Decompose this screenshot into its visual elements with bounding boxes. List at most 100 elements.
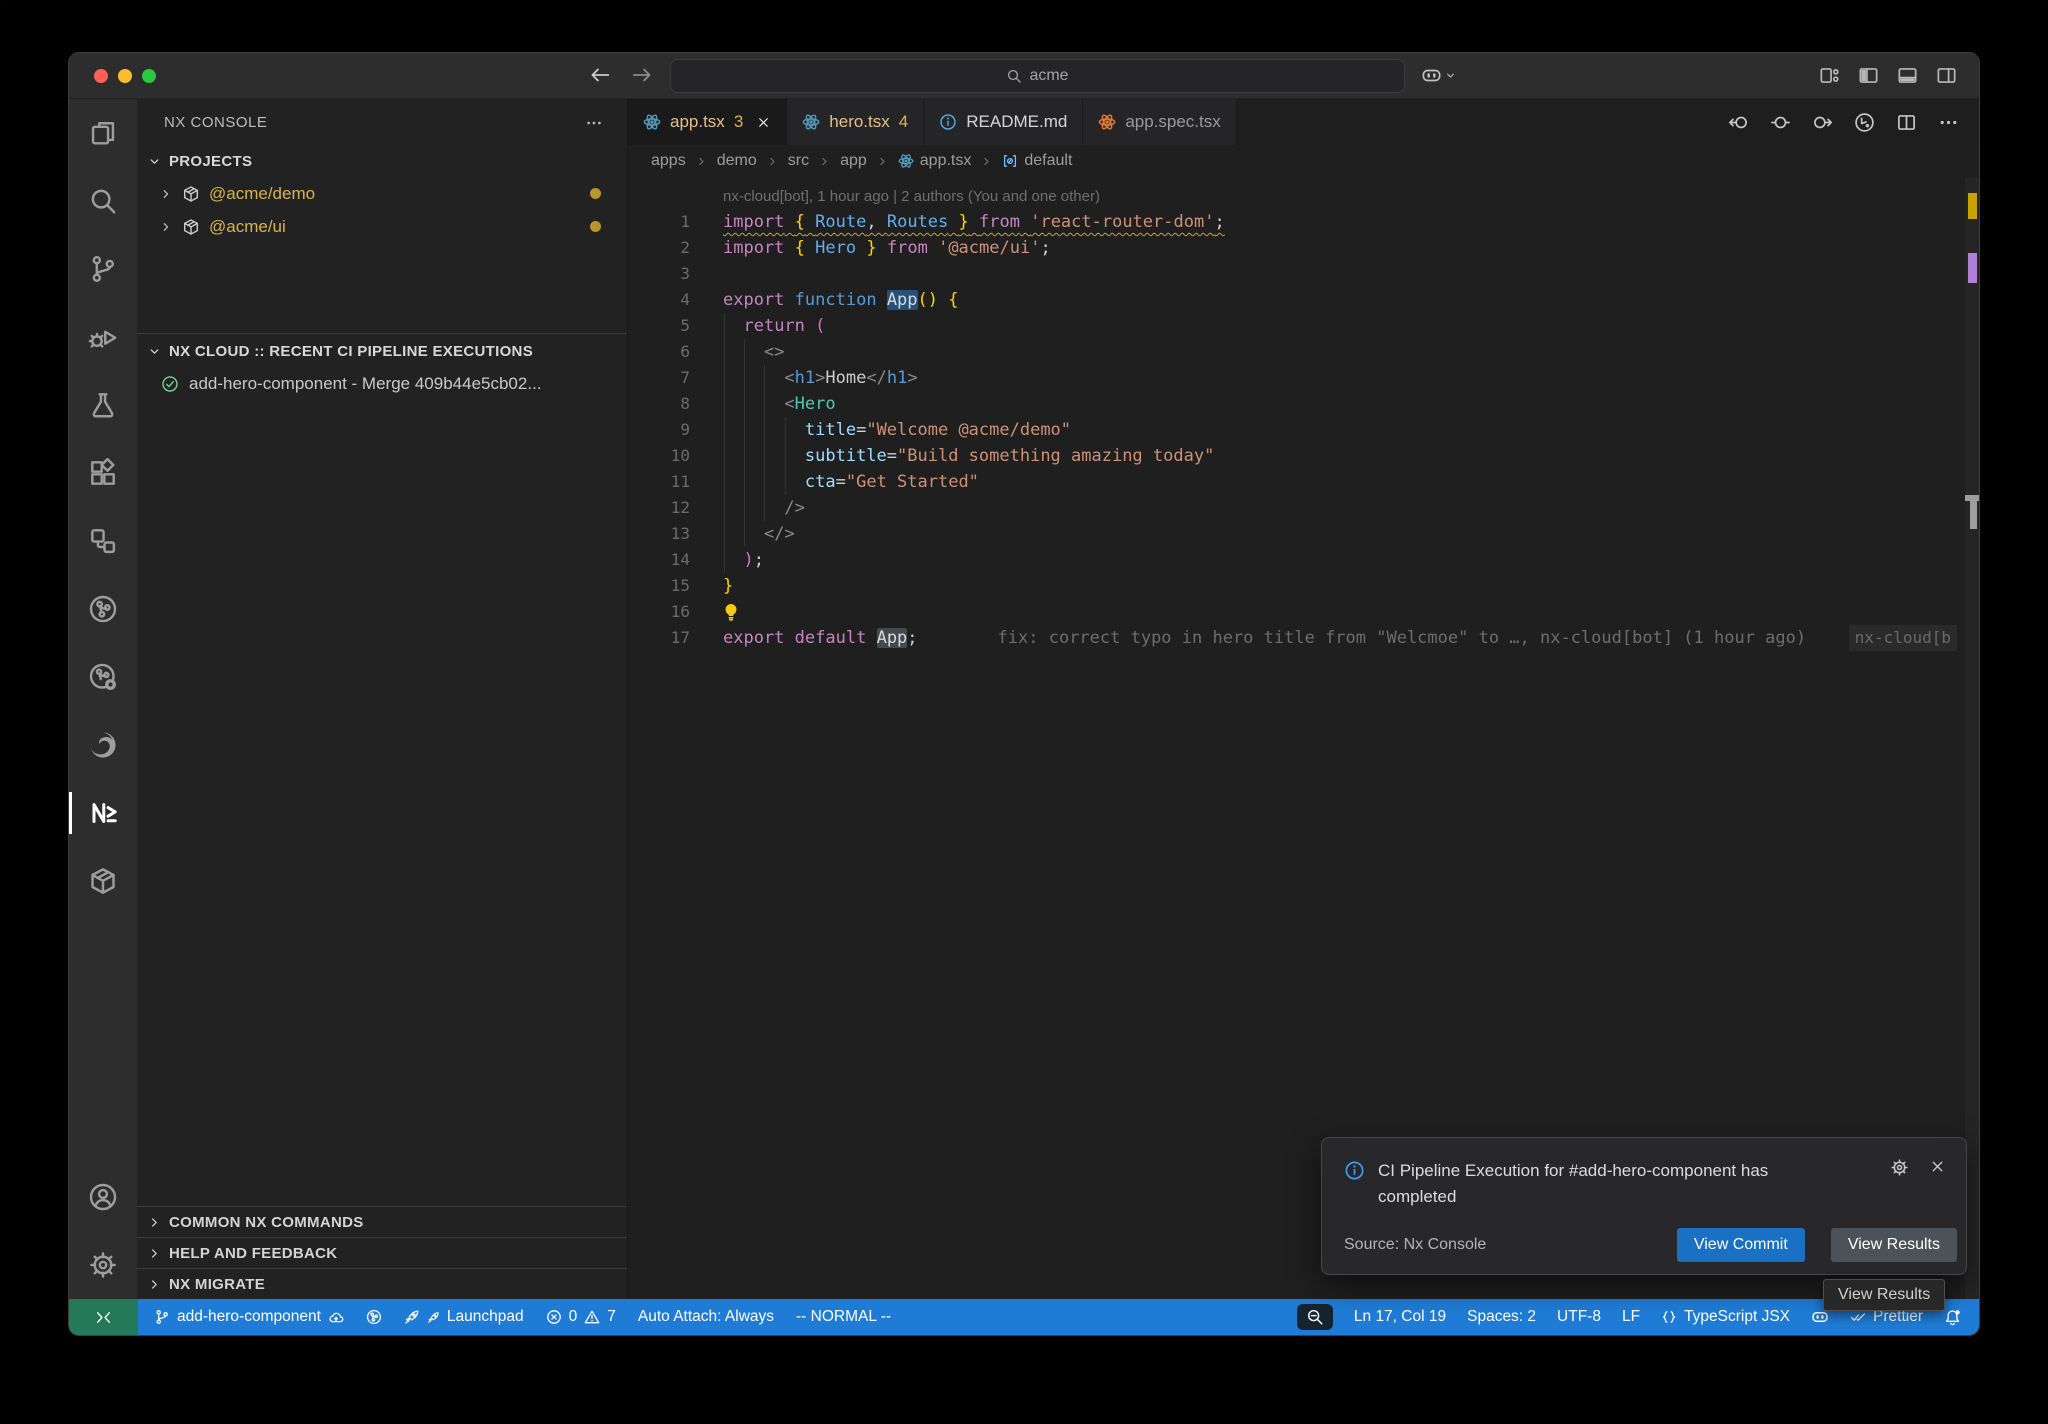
toggle-secondary-sidebar-icon[interactable] [1936, 65, 1957, 86]
commit-graph-icon[interactable] [69, 575, 137, 643]
notification-buttons: View Commit View Results [1677, 1228, 1957, 1262]
chevron-down-icon [1444, 69, 1457, 82]
view-results-button[interactable]: View Results [1831, 1228, 1957, 1262]
split-editor-icon[interactable] [1896, 112, 1917, 133]
nx-console-icon[interactable] [69, 779, 137, 847]
line-number: 15 [628, 573, 723, 599]
remote-indicator[interactable] [69, 1299, 138, 1335]
code-line-2[interactable]: 2import { Hero } from '@acme/ui'; [628, 235, 1979, 261]
code-line-8[interactable]: 8 <Hero [628, 391, 1979, 417]
code-line-3[interactable]: 3 [628, 261, 1979, 287]
history-back-icon[interactable] [589, 64, 611, 86]
minimize-window-icon[interactable] [118, 69, 132, 83]
code-line-1[interactable]: 1import { Route, Routes } from 'react-ro… [628, 209, 1979, 235]
breadcrumb-item-app-tsx[interactable]: app.tsx [898, 152, 972, 170]
source-control-icon[interactable] [69, 235, 137, 303]
tab-readme-md[interactable]: README.md [924, 99, 1083, 145]
tab-hero-tsx[interactable]: hero.tsx4 [787, 99, 924, 145]
zoom-indicator[interactable] [1297, 1304, 1333, 1330]
git-blame-header: nx-cloud[bot], 1 hour ago | 2 authors (Y… [628, 185, 1979, 209]
code-line-13[interactable]: 13 </> [628, 521, 1979, 547]
launchpad-status[interactable]: Launchpad [404, 1308, 524, 1326]
close-tab-icon[interactable] [756, 115, 771, 130]
notifications-bell[interactable] [1944, 1309, 1961, 1326]
code-line-16[interactable]: 16 [628, 599, 1979, 625]
references-icon[interactable] [69, 507, 137, 575]
next-change-icon[interactable] [1812, 112, 1833, 133]
breadcrumb-separator [818, 155, 831, 168]
accounts-icon[interactable] [69, 1163, 137, 1231]
code-line-14[interactable]: 14 ); [628, 547, 1979, 573]
commit-graph-status[interactable] [366, 1309, 382, 1325]
problems-status[interactable]: 07 [546, 1308, 616, 1326]
code-line-5[interactable]: 5 return ( [628, 313, 1979, 339]
view-commit-button[interactable]: View Commit [1677, 1228, 1805, 1262]
tab-app-spec-tsx[interactable]: app.spec.tsx [1083, 99, 1236, 145]
edge-tools-icon[interactable] [69, 711, 137, 779]
history-forward-icon[interactable] [631, 64, 653, 86]
notification-settings-icon[interactable] [1890, 1158, 1909, 1211]
code-line-10[interactable]: 10 subtitle="Build something amazing tod… [628, 443, 1979, 469]
react-icon [802, 113, 820, 131]
cursor-position[interactable]: Ln 17, Col 19 [1354, 1308, 1446, 1326]
sidebar-section-nx-migrate[interactable]: NX MIGRATE [137, 1268, 627, 1299]
sidebar-section-common-nx-commands[interactable]: COMMON NX COMMANDS [137, 1206, 627, 1237]
code-editor[interactable]: nx-cloud[bot], 1 hour ago | 2 authors (Y… [628, 177, 1979, 1299]
command-center-search[interactable]: acme [670, 59, 1405, 93]
notification-close-icon[interactable] [1929, 1158, 1946, 1211]
breadcrumb-item-default[interactable]: default [1002, 152, 1072, 170]
run-target-icon[interactable] [1854, 112, 1875, 133]
code-line-9[interactable]: 9 title="Welcome @acme/demo" [628, 417, 1979, 443]
breadcrumb-item-apps[interactable]: apps [651, 152, 686, 170]
code-line-17[interactable]: 17export default App;fix: correct typo i… [628, 625, 1979, 651]
sidebar-section-help-and-feedback[interactable]: HELP AND FEEDBACK [137, 1237, 627, 1268]
auto-attach-status[interactable]: Auto Attach: Always [638, 1308, 774, 1326]
line-number: 3 [628, 261, 723, 287]
explorer-icon[interactable] [69, 99, 137, 167]
open-change-icon[interactable] [1770, 112, 1791, 133]
toggle-primary-sidebar-icon[interactable] [1858, 65, 1879, 86]
line-number: 9 [628, 417, 723, 443]
history-nav [589, 64, 653, 86]
nx-cloud-section: NX CLOUD :: RECENT CI PIPELINE EXECUTION… [137, 333, 627, 400]
previous-change-icon[interactable] [1728, 112, 1749, 133]
encoding-status[interactable]: UTF-8 [1557, 1308, 1601, 1326]
breadcrumb-item-src[interactable]: src [788, 152, 809, 170]
package-explorer-icon[interactable] [69, 847, 137, 915]
code-line-7[interactable]: 7 <h1>Home</h1> [628, 365, 1979, 391]
zoom-window-icon[interactable] [142, 69, 156, 83]
copilot-menu[interactable] [1421, 65, 1457, 86]
settings-gear-icon[interactable] [69, 1231, 137, 1299]
toggle-panel-icon[interactable] [1897, 65, 1918, 86]
code-line-15[interactable]: 15} [628, 573, 1979, 599]
project-item[interactable]: @acme/demo [137, 177, 627, 210]
info-icon [939, 113, 957, 131]
tab-label: app.spec.tsx [1125, 112, 1220, 132]
code-line-11[interactable]: 11 cta="Get Started" [628, 469, 1979, 495]
testing-icon[interactable] [69, 371, 137, 439]
extensions-icon[interactable] [69, 439, 137, 507]
run-debug-icon[interactable] [69, 303, 137, 371]
pipeline-item[interactable]: add-hero-component - Merge 409b44e5cb02.… [137, 367, 627, 400]
branch-status[interactable]: add-hero-component [154, 1308, 344, 1326]
breadcrumb-item-app[interactable]: app [840, 152, 867, 170]
language-mode-status[interactable]: TypeScript JSX [1661, 1308, 1790, 1326]
more-actions-icon[interactable] [1938, 112, 1959, 133]
close-window-icon[interactable] [94, 69, 108, 83]
search-icon[interactable] [69, 167, 137, 235]
gitlens-icon[interactable] [69, 643, 137, 711]
lightbulb-icon[interactable] [721, 602, 741, 622]
indentation-status[interactable]: Spaces: 2 [1467, 1308, 1536, 1326]
project-item[interactable]: @acme/ui [137, 210, 627, 243]
breadcrumb-item-demo[interactable]: demo [717, 152, 757, 170]
tab-app-tsx[interactable]: app.tsx3 [628, 99, 787, 145]
customize-layout-icon[interactable] [1819, 65, 1840, 86]
code-line-12[interactable]: 12 /> [628, 495, 1979, 521]
code-line-6[interactable]: 6 <> [628, 339, 1979, 365]
nx-cloud-section-header[interactable]: NX CLOUD :: RECENT CI PIPELINE EXECUTION… [137, 336, 627, 367]
code-line-4[interactable]: 4export function App() { [628, 287, 1979, 313]
sidebar-more-actions-icon[interactable] [585, 114, 603, 132]
vim-mode-status[interactable]: -- NORMAL -- [796, 1308, 891, 1326]
projects-section-header[interactable]: PROJECTS [137, 146, 627, 177]
eol-status[interactable]: LF [1622, 1308, 1640, 1326]
